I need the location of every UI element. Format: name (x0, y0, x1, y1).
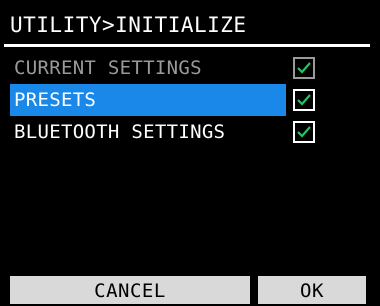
bluetooth-settings-checkbox[interactable] (293, 121, 315, 143)
cancel-button[interactable]: CANCEL (10, 276, 250, 304)
check-icon (297, 62, 311, 74)
check-icon (297, 94, 311, 106)
option-bluetooth-settings[interactable]: BLUETOOTH SETTINGS (10, 116, 286, 148)
current-settings-checkbox[interactable] (293, 57, 315, 79)
ok-button[interactable]: OK (258, 276, 366, 304)
option-label: PRESETS (14, 89, 97, 111)
option-presets[interactable]: PRESETS (10, 84, 286, 116)
softkey-bar: CANCEL OK (0, 276, 380, 304)
page-title: UTILITY>INITIALIZE (10, 13, 247, 37)
option-label: BLUETOOTH SETTINGS (14, 121, 226, 143)
option-label: CURRENT SETTINGS (14, 57, 202, 79)
device-screen: UTILITY>INITIALIZE CURRENT SETTINGS PRES… (0, 0, 380, 304)
presets-checkbox[interactable] (293, 89, 315, 111)
title-divider (4, 44, 370, 47)
option-current-settings[interactable]: CURRENT SETTINGS (10, 52, 286, 84)
softkey-divider (250, 276, 258, 304)
check-icon (297, 126, 311, 138)
